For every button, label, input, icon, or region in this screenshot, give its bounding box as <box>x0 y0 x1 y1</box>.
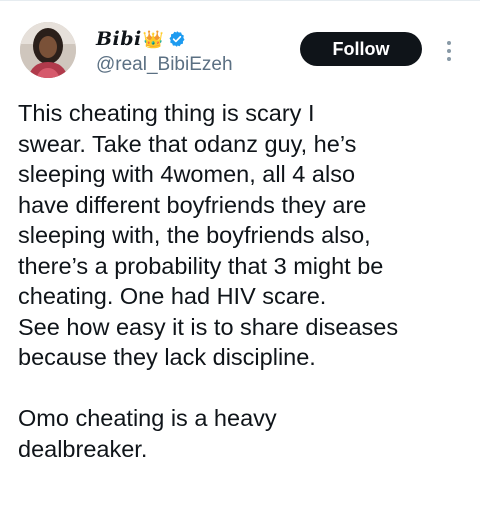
tweet-line: there’s a probability that 3 might be <box>18 252 384 279</box>
top-divider <box>0 0 480 1</box>
author-names: Bibi 👑 @real_BibiEzeh <box>96 26 233 76</box>
tweet-line: This cheating thing is scary I <box>18 100 315 126</box>
display-name-row[interactable]: Bibi 👑 <box>96 26 233 52</box>
tweet-line: sleeping with 4women, all 4 also <box>18 161 356 187</box>
tweet-line: because they lack discipline. <box>18 344 316 370</box>
user-handle[interactable]: @real_BibiEzeh <box>96 54 233 76</box>
tweet-line: have different boyfriends they are <box>18 191 367 218</box>
crown-icon: 👑 <box>142 29 164 49</box>
avatar-photo <box>20 22 76 78</box>
avatar[interactable] <box>20 22 76 78</box>
tweet-body: This cheating thing is scary I swear. Ta… <box>18 98 468 464</box>
tweet-header: Bibi 👑 @real_BibiEzeh Follow <box>20 22 460 82</box>
tweet-line: dealbreaker. <box>18 435 148 462</box>
more-dot <box>447 41 451 45</box>
tweet-line: swear. Take that odanz guy, he’s <box>18 130 357 157</box>
more-options-icon[interactable] <box>444 36 454 66</box>
tweet-line: See how easy it is to share diseases <box>18 313 399 340</box>
follow-button[interactable]: Follow <box>300 32 422 66</box>
tweet-line: Omo cheating is a heavy <box>18 405 277 431</box>
more-dot <box>447 49 451 53</box>
verified-badge-icon <box>168 30 186 48</box>
display-name[interactable]: Bibi <box>96 28 142 50</box>
more-dot <box>447 57 451 61</box>
tweet-line: sleeping with, the boyfriends also, <box>18 222 371 248</box>
tweet-line: cheating. One had HIV scare. <box>18 283 327 309</box>
